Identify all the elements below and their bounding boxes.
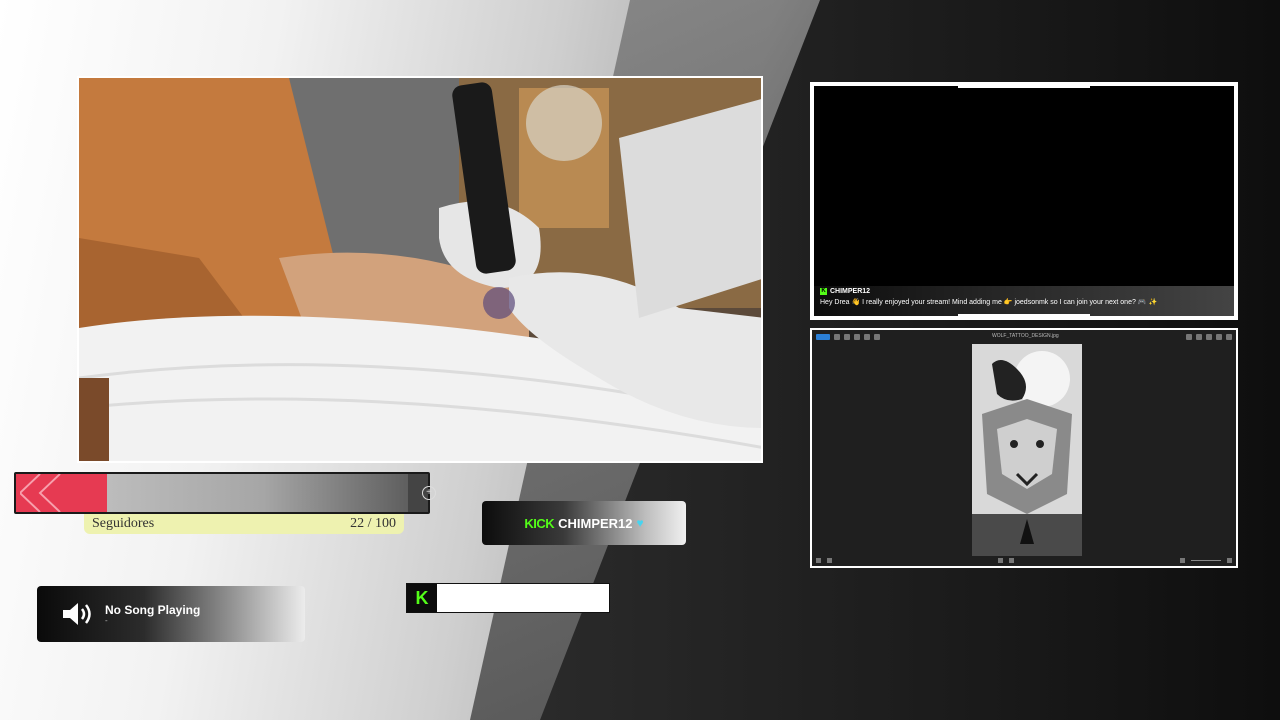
follower-goal-title: Seguidores — [92, 516, 155, 531]
edit-tool-button[interactable] — [864, 334, 870, 340]
kick-username-badge: KICK CHIMPER12 ♥ — [482, 501, 686, 545]
viewer-title: WOLF_TATTOO_DESIGN.jpg — [992, 333, 1059, 339]
frame-notch-top — [958, 82, 1090, 88]
crop-tool-button[interactable] — [854, 334, 860, 340]
speaker-icon — [63, 603, 91, 625]
select-tool-button[interactable] — [816, 334, 830, 340]
chat-message-text: Hey Drea 👋 I really enjoyed your stream!… — [820, 299, 1158, 306]
follower-goal-label: Seguidores 22 / 100 — [84, 514, 404, 534]
zoom-in-icon[interactable] — [1227, 557, 1232, 563]
follower-goal-count: 22 / 100 — [350, 516, 396, 531]
chat-message: K CHIMPER12 Hey Drea 👋 I really enjoyed … — [814, 286, 1234, 316]
chat-panel: K CHIMPER12 Hey Drea 👋 I really enjoyed … — [810, 82, 1238, 320]
close-icon[interactable] — [1226, 334, 1232, 340]
webcam-feed — [77, 76, 763, 463]
prev-icon[interactable] — [998, 557, 1003, 563]
heart-icon: ♥ — [636, 516, 644, 530]
more-button[interactable] — [1216, 334, 1222, 340]
next-icon[interactable] — [1009, 557, 1014, 563]
zoom-slider[interactable] — [1191, 559, 1221, 561]
song-title: No Song Playing — [105, 603, 201, 617]
kick-alert-bar: K — [406, 583, 610, 613]
kick-username: CHIMPER12 — [558, 515, 633, 531]
chat-username-text: CHIMPER12 — [830, 288, 871, 295]
follower-goal-bar — [14, 472, 430, 514]
delete-button[interactable] — [1206, 334, 1212, 340]
fit-icon[interactable] — [816, 557, 821, 563]
chevron-pattern-icon — [20, 474, 61, 512]
tattoo-session-image — [79, 78, 761, 461]
info-button[interactable] — [1186, 334, 1192, 340]
wolf-crow-illustration — [972, 344, 1082, 556]
kick-logo-text: KICK — [524, 515, 555, 531]
tattoo-design-image — [972, 344, 1082, 556]
chat-username: K CHIMPER12 — [820, 288, 1228, 295]
song-artist: - — [105, 616, 108, 625]
now-playing-widget: No Song Playing - — [37, 586, 305, 642]
image-viewer-window: WOLF_TATTOO_DESIGN.jpg — [810, 328, 1238, 568]
viewer-statusbar — [812, 554, 1236, 566]
kick-logo-icon: K — [407, 584, 437, 612]
zoom-out-icon[interactable] — [1180, 557, 1185, 563]
favorite-button[interactable] — [1196, 334, 1202, 340]
now-playing-text: No Song Playing - — [105, 603, 200, 625]
kick-badge-icon: K — [820, 288, 827, 295]
target-icon: + — [422, 486, 436, 500]
fullscreen-icon[interactable] — [827, 557, 832, 563]
zoom-tool-button[interactable] — [834, 334, 840, 340]
rotate-tool-button[interactable] — [844, 334, 850, 340]
share-tool-button[interactable] — [874, 334, 880, 340]
frame-notch-bottom — [958, 314, 1090, 320]
follower-goal-progress — [16, 474, 107, 512]
